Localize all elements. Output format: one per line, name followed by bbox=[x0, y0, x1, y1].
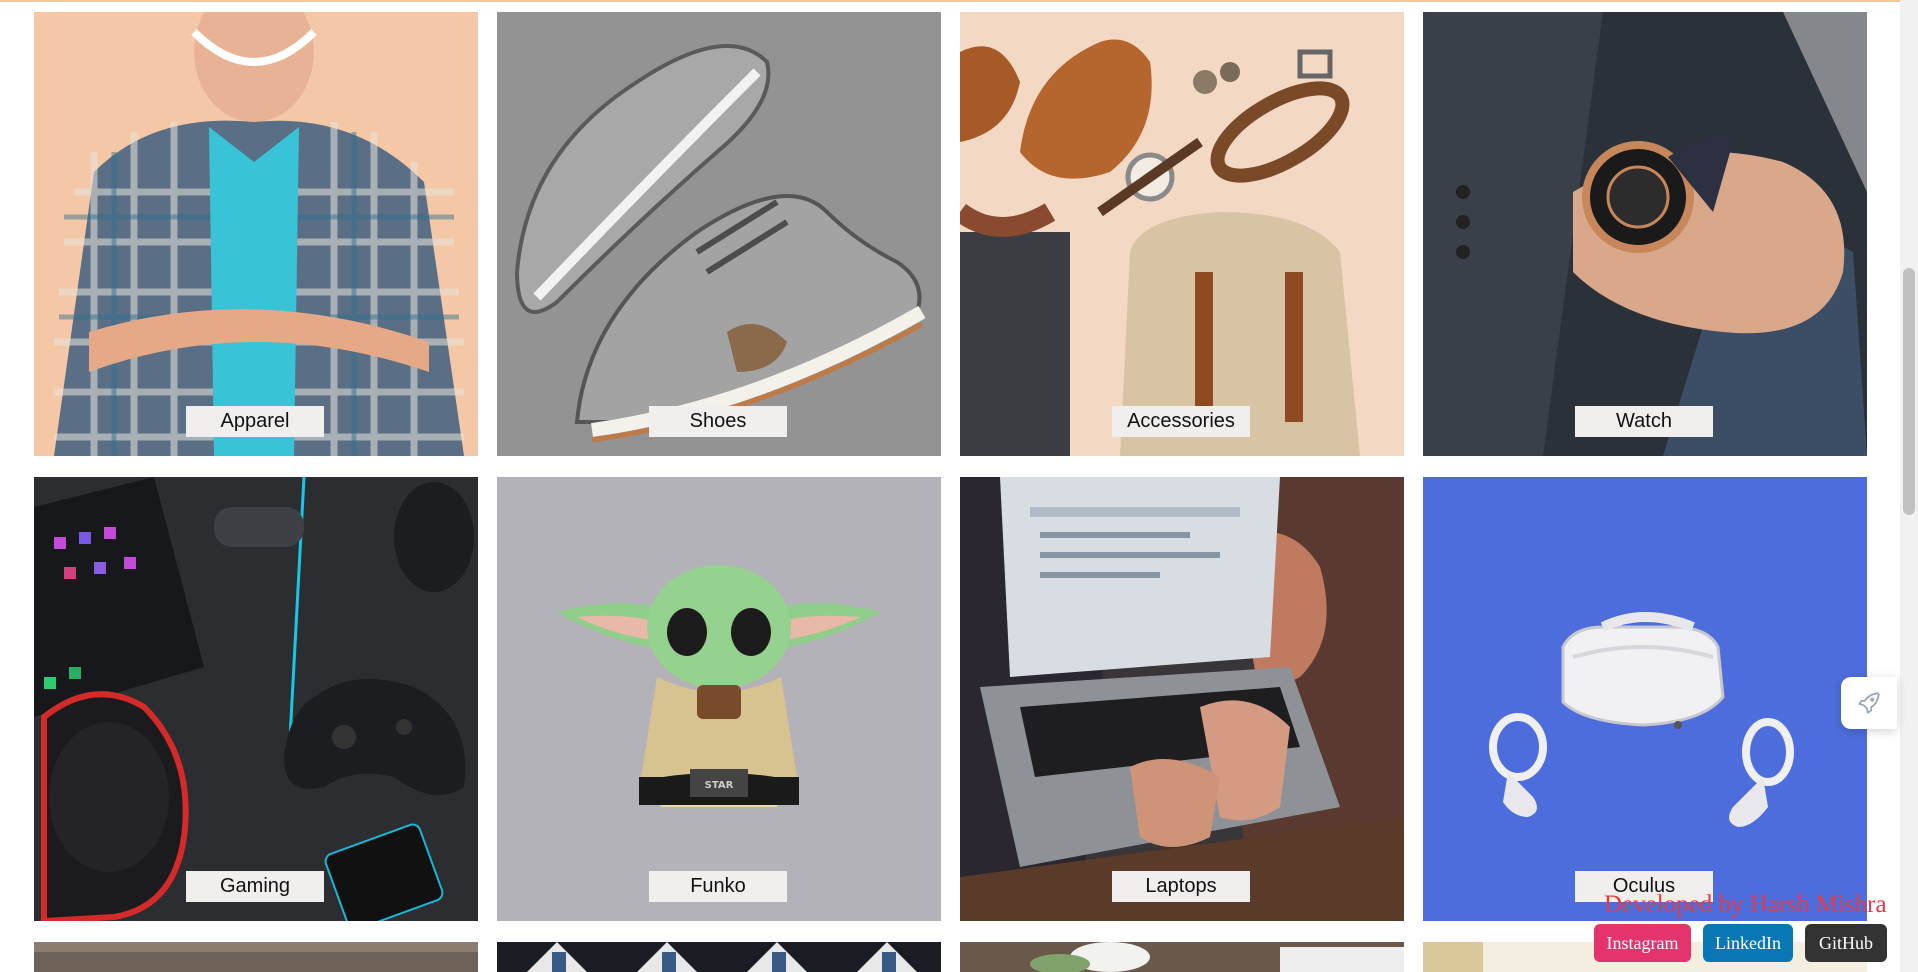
laptops-image bbox=[960, 477, 1404, 921]
category-label: Shoes bbox=[649, 406, 787, 437]
partial-image-2 bbox=[497, 942, 941, 972]
developer-credit: Developed by Harsh Mishra bbox=[1604, 891, 1887, 918]
watch-image bbox=[1423, 12, 1867, 456]
partial-image-1 bbox=[34, 942, 478, 972]
category-card-partial-1[interactable] bbox=[34, 942, 478, 972]
oculus-image bbox=[1423, 477, 1867, 921]
category-card-gaming[interactable]: Gaming bbox=[34, 477, 478, 921]
category-card-watch[interactable]: Watch bbox=[1423, 12, 1867, 456]
category-card-oculus[interactable]: Oculus bbox=[1423, 477, 1867, 921]
shoes-image bbox=[497, 12, 941, 456]
gaming-image bbox=[34, 477, 478, 921]
partial-image-3 bbox=[960, 942, 1404, 972]
scroll-to-top-button[interactable] bbox=[1841, 677, 1897, 729]
category-card-laptops[interactable]: Laptops bbox=[960, 477, 1404, 921]
funko-image: STAR bbox=[497, 477, 941, 921]
accessories-image bbox=[960, 12, 1404, 456]
category-label: Laptops bbox=[1112, 871, 1250, 902]
category-card-accessories[interactable]: Accessories bbox=[960, 12, 1404, 456]
linkedin-button[interactable]: LinkedIn bbox=[1703, 924, 1793, 962]
github-button[interactable]: GitHub bbox=[1805, 924, 1887, 962]
category-label: Apparel bbox=[186, 406, 324, 437]
rocket-icon bbox=[1858, 692, 1880, 714]
category-label: Gaming bbox=[186, 871, 324, 902]
category-card-funko[interactable]: STAR Funko bbox=[497, 477, 941, 921]
apparel-image bbox=[34, 12, 478, 456]
category-card-apparel[interactable]: Apparel bbox=[34, 12, 478, 456]
category-card-shoes[interactable]: Shoes bbox=[497, 12, 941, 456]
category-card-partial-3[interactable] bbox=[960, 942, 1404, 972]
category-label: Funko bbox=[649, 871, 787, 902]
scrollbar-thumb[interactable] bbox=[1903, 268, 1915, 515]
category-label: Watch bbox=[1575, 406, 1713, 437]
category-grid: Apparel Shoes Accessories Watch Gaming S… bbox=[0, 0, 1900, 972]
svg-text:STAR: STAR bbox=[705, 780, 734, 791]
instagram-button[interactable]: Instagram bbox=[1594, 924, 1691, 962]
category-label: Accessories bbox=[1112, 406, 1250, 437]
category-card-partial-2[interactable] bbox=[497, 942, 941, 972]
